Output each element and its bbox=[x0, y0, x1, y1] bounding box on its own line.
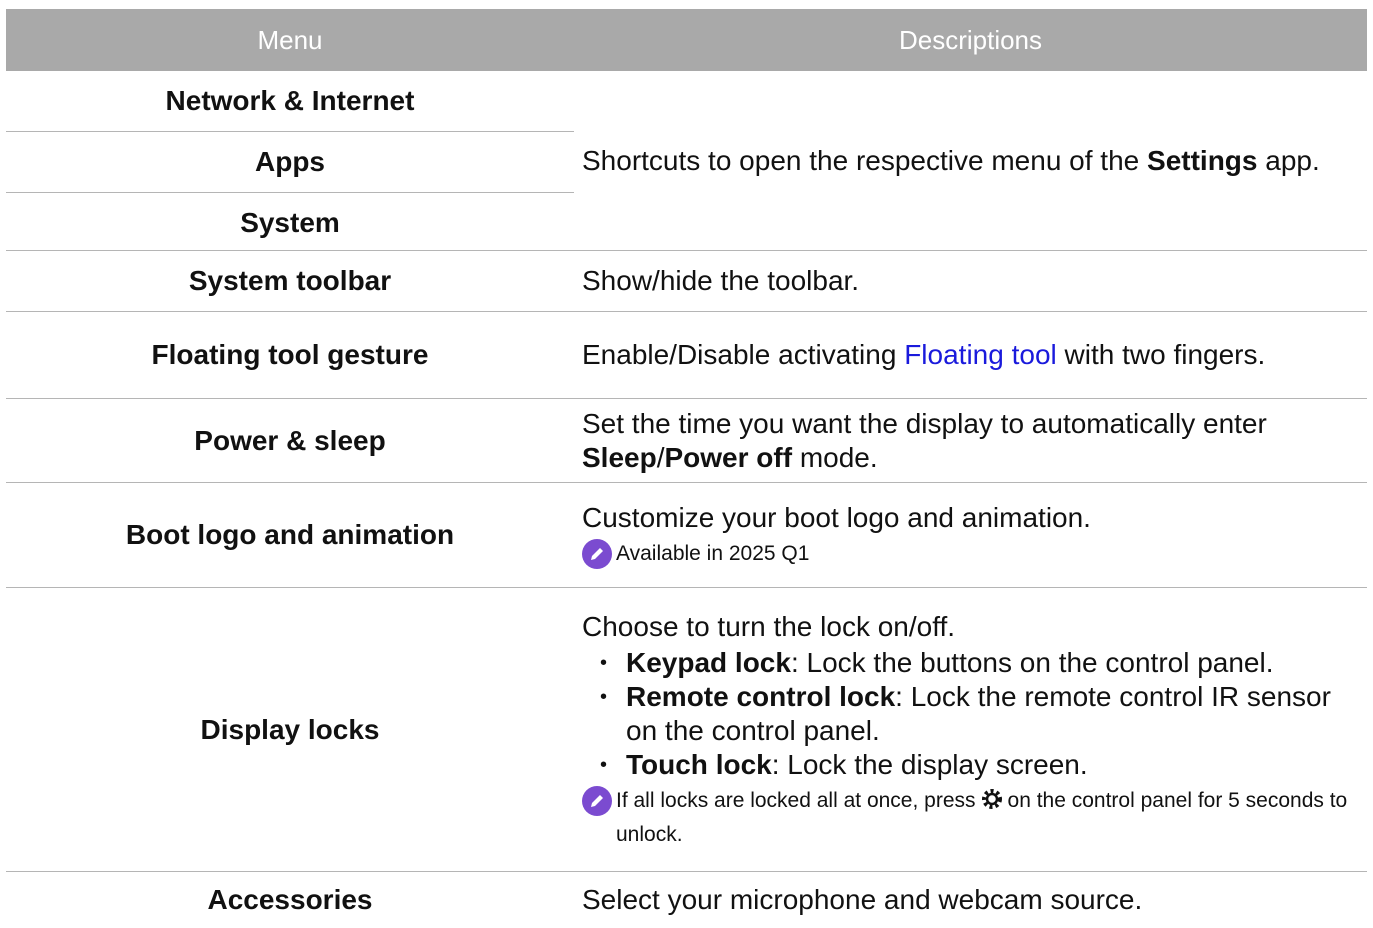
table-row: System toolbar Show/hide the toolbar. bbox=[6, 251, 1367, 312]
desc-text: with two fingers. bbox=[1056, 339, 1266, 370]
desc-text: mode. bbox=[792, 441, 878, 473]
lock-name: Keypad lock bbox=[626, 646, 791, 678]
lock-name: Touch lock bbox=[626, 748, 772, 780]
desc-bold: Sleep bbox=[582, 441, 657, 473]
list-item: Touch lock: Lock the display screen. bbox=[582, 748, 1367, 782]
menu-system: System bbox=[240, 206, 340, 238]
menu-accessories: Accessories bbox=[207, 884, 373, 915]
table-row: Floating tool gesture Enable/Disable act… bbox=[6, 312, 1367, 399]
pencil-note-icon bbox=[582, 539, 612, 569]
desc-bold: Settings bbox=[1147, 144, 1258, 176]
note: If all locks are locked all at once, pre… bbox=[582, 785, 1367, 850]
desc-text: Set the time you want the display to aut… bbox=[582, 407, 1267, 439]
desc-bold: Power off bbox=[664, 441, 793, 473]
lock-name: Remote control lock bbox=[626, 680, 896, 712]
desc-text: Show/hide the toolbar. bbox=[582, 265, 860, 296]
desc-accessories: Select your microphone and webcam source… bbox=[574, 872, 1367, 928]
note-text: If all locks are locked all at once, pre… bbox=[616, 786, 1367, 850]
desc-power-sleep: Set the time you want the display to aut… bbox=[574, 399, 1367, 482]
menu-power-sleep: Power & sleep bbox=[194, 424, 386, 456]
settings-description: Shortcuts to open the respective menu of… bbox=[574, 71, 1367, 250]
table-header: Menu Descriptions bbox=[6, 9, 1367, 71]
desc-text: app. bbox=[1257, 144, 1320, 176]
settings-menu-cells: Network & Internet Apps System bbox=[6, 71, 574, 250]
settings-table: Menu Descriptions Network & Internet App… bbox=[6, 9, 1367, 928]
menu-system-toolbar: System toolbar bbox=[188, 265, 392, 296]
gear-icon bbox=[980, 787, 1004, 820]
list-item: Remote control lock: Lock the remote con… bbox=[582, 680, 1367, 748]
desc-text: Select your microphone and webcam source… bbox=[582, 884, 1143, 915]
table-row: Network & Internet Apps System Shortcuts… bbox=[6, 71, 1367, 251]
note: Available in 2025 Q1 bbox=[582, 539, 1367, 569]
desc-text: Shortcuts to open the respective menu of… bbox=[582, 144, 1148, 176]
lock-list: Keypad lock: Lock the buttons on the con… bbox=[582, 646, 1367, 782]
menu-boot-logo: Boot logo and animation bbox=[125, 519, 455, 550]
header-descriptions: Descriptions bbox=[898, 24, 1043, 55]
lock-text: : Lock the display screen. bbox=[771, 748, 1088, 780]
header-menu: Menu bbox=[257, 24, 323, 55]
desc-text: Choose to turn the lock on/off. bbox=[582, 610, 956, 642]
pencil-note-icon bbox=[582, 785, 612, 816]
note-prefix: If all locks are locked all at once, pre… bbox=[616, 788, 976, 812]
menu-network-internet: Network & Internet bbox=[6, 71, 574, 132]
lock-text: : Lock the buttons on the control panel. bbox=[790, 646, 1274, 678]
desc-boot-logo: Customize your boot logo and animation. … bbox=[574, 483, 1367, 587]
menu-floating-tool-gesture: Floating tool gesture bbox=[151, 339, 429, 370]
menu-apps: Apps bbox=[6, 132, 574, 193]
table-row: Boot logo and animation Customize your b… bbox=[6, 483, 1367, 588]
desc-floating-tool-gesture: Enable/Disable activating Floating tool … bbox=[574, 312, 1367, 398]
menu-display-locks: Display locks bbox=[200, 713, 380, 745]
list-item: Keypad lock: Lock the buttons on the con… bbox=[582, 646, 1367, 680]
table-row: Accessories Select your microphone and w… bbox=[6, 872, 1367, 928]
desc-system-toolbar: Show/hide the toolbar. bbox=[574, 251, 1367, 311]
note-text: Available in 2025 Q1 bbox=[616, 542, 810, 565]
floating-tool-link[interactable]: Floating tool bbox=[904, 339, 1057, 370]
table-row: Power & sleep Set the time you want the … bbox=[6, 399, 1367, 483]
desc-text: Enable/Disable activating bbox=[582, 339, 905, 370]
desc-text: Customize your boot logo and animation. bbox=[582, 502, 1091, 533]
desc-display-locks: Choose to turn the lock on/off. Keypad l… bbox=[574, 588, 1367, 871]
table-row: Display locks Choose to turn the lock on… bbox=[6, 588, 1367, 872]
